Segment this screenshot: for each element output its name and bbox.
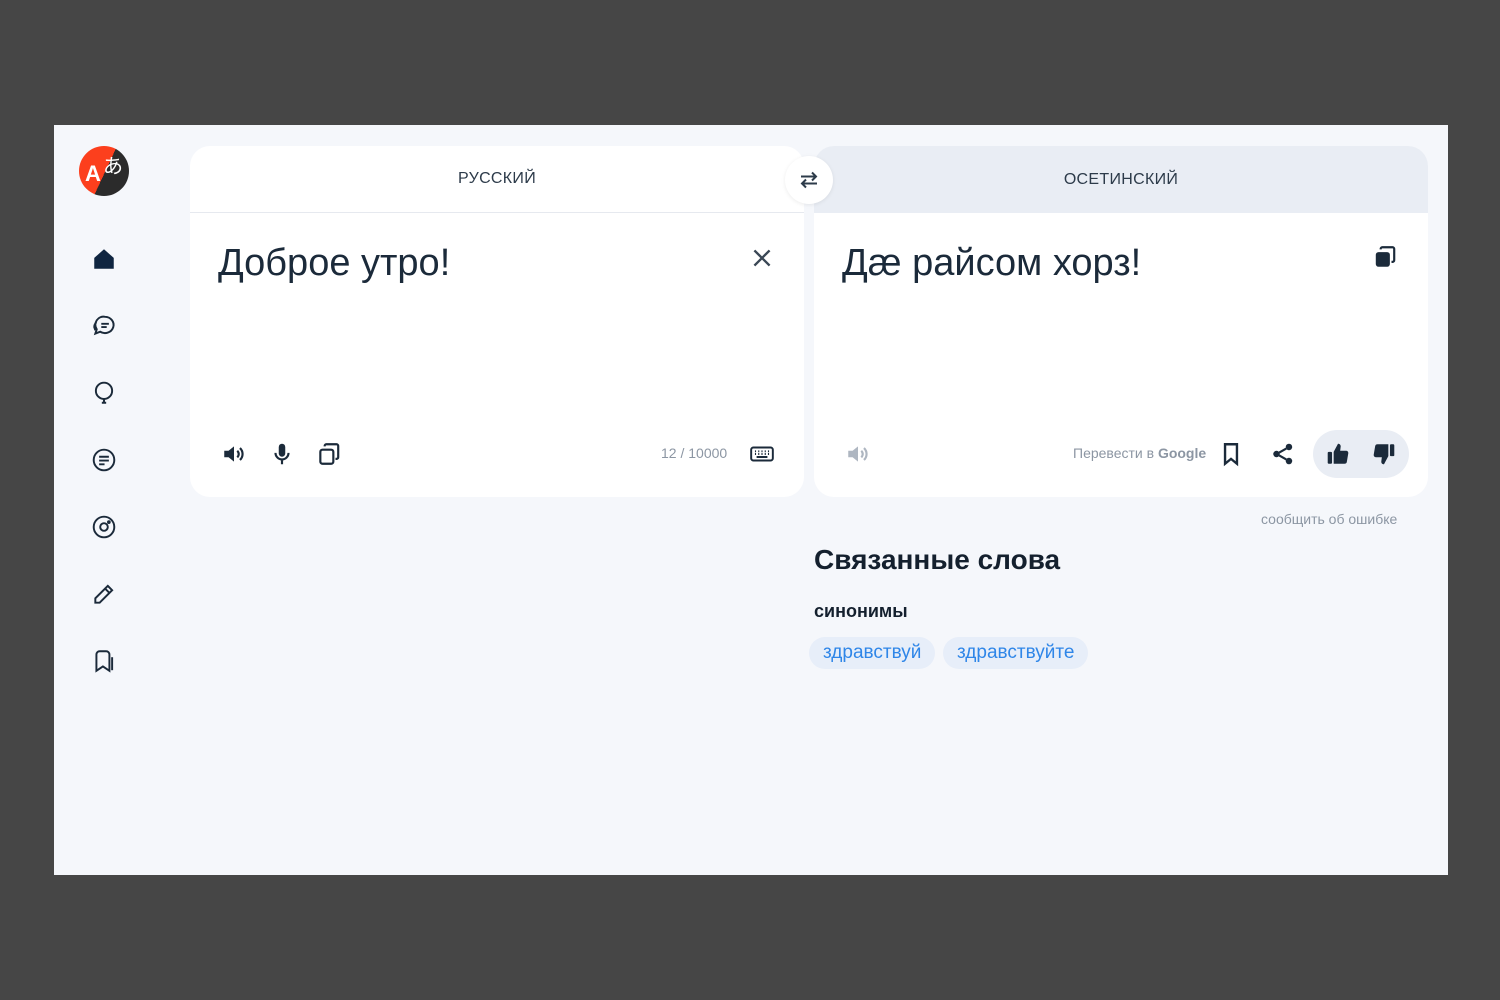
pencil-icon <box>94 584 114 604</box>
source-text-input[interactable]: Доброе утро! <box>218 242 450 285</box>
lightbulb-icon <box>94 381 114 404</box>
translator-app: A あ РУССКИЙ Доброе утро! 12 / 10000 ОСЕТ… <box>54 125 1448 875</box>
add-to-collection-button[interactable] <box>1216 439 1246 469</box>
related-words-title: Связанные слова <box>814 544 1061 575</box>
share-button[interactable] <box>1268 439 1298 469</box>
bookmarks-icon <box>95 650 114 673</box>
swap-languages-button[interactable] <box>785 156 833 204</box>
target-language-label: ОСЕТИНСКИЙ <box>1063 170 1179 188</box>
thumbs-up-button[interactable] <box>1323 439 1353 469</box>
source-panel: РУССКИЙ Доброе утро! 12 / 10000 <box>190 146 804 497</box>
nav-writing[interactable] <box>89 579 119 609</box>
thumbs-down-icon <box>1373 444 1395 465</box>
synonym-chip[interactable]: здравствуй <box>809 637 936 669</box>
nav-documents[interactable] <box>89 445 119 475</box>
nav-collections[interactable] <box>89 646 119 676</box>
chat-bubbles-icon <box>93 315 115 336</box>
google-brand-text: Google <box>1157 445 1207 461</box>
copy-icon <box>319 443 340 465</box>
target-language-selector[interactable]: ОСЕТИНСКИЙ <box>814 146 1428 213</box>
synonyms-label: синонимы <box>814 601 908 621</box>
speaker-muted-icon <box>848 446 868 462</box>
logo-letter-cjk: あ <box>103 156 123 178</box>
thumbs-down-button[interactable] <box>1369 439 1399 469</box>
target-copy-button[interactable] <box>1370 242 1400 272</box>
bookmark-icon <box>1223 443 1239 467</box>
char-counter: 12 / 10000 <box>661 445 728 461</box>
google-link-prefix: Перевести в <box>1073 445 1155 461</box>
synonym-chip[interactable]: здравствуйте <box>943 637 1089 669</box>
voice-input-button[interactable] <box>267 439 297 469</box>
nav-images[interactable] <box>89 512 119 542</box>
source-listen-button[interactable] <box>219 439 249 469</box>
keyboard-icon <box>750 446 774 462</box>
logo-letter-latin: A <box>85 161 101 186</box>
source-copy-button[interactable] <box>314 439 344 469</box>
swap-arrows-icon <box>800 171 818 189</box>
copy-filled-icon <box>1375 246 1396 267</box>
translator-logo[interactable]: A あ <box>79 146 129 196</box>
thumbs-up-icon <box>1327 443 1349 464</box>
source-language-selector[interactable]: РУССКИЙ <box>190 146 804 213</box>
nav-explanations[interactable] <box>89 378 119 408</box>
source-language-label: РУССКИЙ <box>457 170 536 187</box>
report-error-link[interactable]: сообщить об ошибке <box>1261 511 1397 527</box>
share-icon <box>1273 443 1293 465</box>
translation-output: Дæ райсом хорз! <box>842 242 1142 284</box>
translate-in-google-link[interactable]: Перевести в Google <box>1073 445 1206 461</box>
microphone-icon <box>274 443 290 465</box>
nav-home[interactable] <box>89 244 119 274</box>
target-listen-button[interactable] <box>843 439 873 469</box>
clear-button[interactable] <box>747 243 777 273</box>
speaker-icon <box>224 446 244 462</box>
home-icon <box>94 249 114 269</box>
nav-dialog[interactable] <box>89 311 119 341</box>
document-text-icon <box>92 448 116 472</box>
virtual-keyboard-button[interactable] <box>747 439 777 469</box>
camera-icon <box>92 515 116 539</box>
close-icon <box>753 249 771 267</box>
